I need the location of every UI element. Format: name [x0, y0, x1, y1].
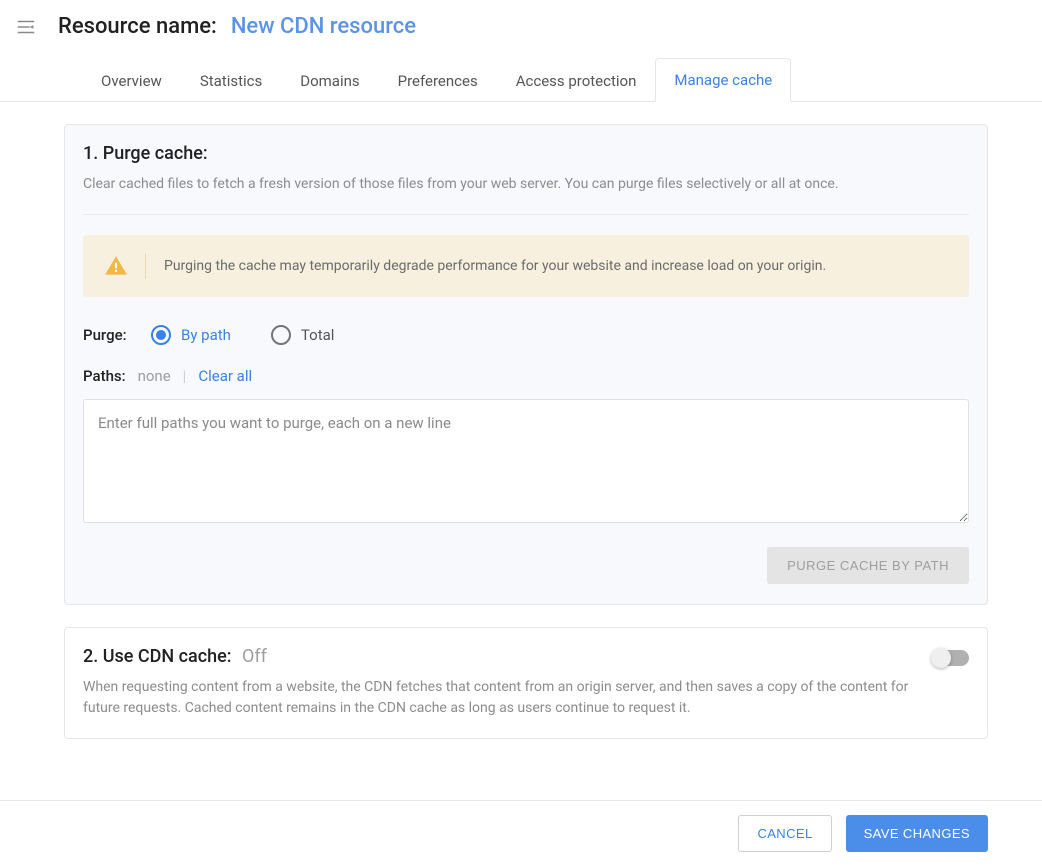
- tab-preferences[interactable]: Preferences: [379, 59, 497, 102]
- cdn-cache-title: 2. Use CDN cache: Off: [83, 646, 933, 667]
- purge-label: Purge:: [83, 326, 133, 344]
- save-changes-button[interactable]: SAVE CHANGES: [846, 815, 988, 852]
- page-header: Resource name: New CDN resource: [0, 0, 1042, 39]
- tab-domains[interactable]: Domains: [281, 59, 378, 102]
- menu-collapse-icon[interactable]: [14, 15, 38, 39]
- cdn-cache-description: When requesting content from a website, …: [83, 677, 933, 718]
- purge-cache-title: 1. Purge cache:: [83, 143, 969, 164]
- footer-bar: CANCEL SAVE CHANGES: [0, 800, 1042, 866]
- radio-by-path[interactable]: By path: [151, 325, 231, 345]
- cdn-cache-status: Off: [242, 646, 267, 667]
- radio-circle-icon: [271, 325, 291, 345]
- paths-row: Paths: none | Clear all: [83, 367, 969, 385]
- cdn-cache-panel: 2. Use CDN cache: Off When requesting co…: [64, 627, 988, 739]
- content-area: 1. Purge cache: Clear cached files to fe…: [0, 102, 1042, 739]
- radio-total[interactable]: Total: [271, 325, 335, 345]
- cdn-cache-toggle[interactable]: [933, 650, 969, 666]
- header-label: Resource name:: [58, 14, 217, 39]
- purge-mode-row: Purge: By path Total: [83, 325, 969, 345]
- purge-cache-button[interactable]: PURGE CACHE BY PATH: [767, 547, 969, 584]
- purge-radio-group: By path Total: [151, 325, 334, 345]
- purge-cache-description: Clear cached files to fetch a fresh vers…: [83, 174, 969, 194]
- radio-circle-icon: [151, 325, 171, 345]
- cancel-button[interactable]: CANCEL: [738, 815, 831, 852]
- cdn-cache-title-text: 2. Use CDN cache:: [83, 646, 232, 667]
- purge-button-row: PURGE CACHE BY PATH: [83, 547, 969, 584]
- radio-by-path-label: By path: [181, 326, 231, 344]
- toggle-knob-icon: [931, 648, 951, 668]
- tab-overview[interactable]: Overview: [82, 59, 181, 102]
- separator: |: [183, 367, 187, 385]
- tab-statistics[interactable]: Statistics: [181, 59, 281, 102]
- warning-icon: [103, 253, 146, 279]
- tabs-bar: Overview Statistics Domains Preferences …: [0, 39, 1042, 102]
- clear-all-link[interactable]: Clear all: [198, 367, 252, 385]
- paths-label: Paths:: [83, 367, 126, 385]
- paths-textarea[interactable]: [83, 399, 969, 523]
- divider: [83, 214, 969, 215]
- warning-text: Purging the cache may temporarily degrad…: [164, 258, 826, 274]
- radio-total-label: Total: [301, 326, 335, 344]
- tab-manage-cache[interactable]: Manage cache: [655, 58, 791, 102]
- paths-value: none: [138, 367, 171, 385]
- warning-box: Purging the cache may temporarily degrad…: [83, 235, 969, 297]
- resource-name-link[interactable]: New CDN resource: [231, 14, 416, 39]
- purge-cache-panel: 1. Purge cache: Clear cached files to fe…: [64, 124, 988, 605]
- tab-access-protection[interactable]: Access protection: [497, 59, 656, 102]
